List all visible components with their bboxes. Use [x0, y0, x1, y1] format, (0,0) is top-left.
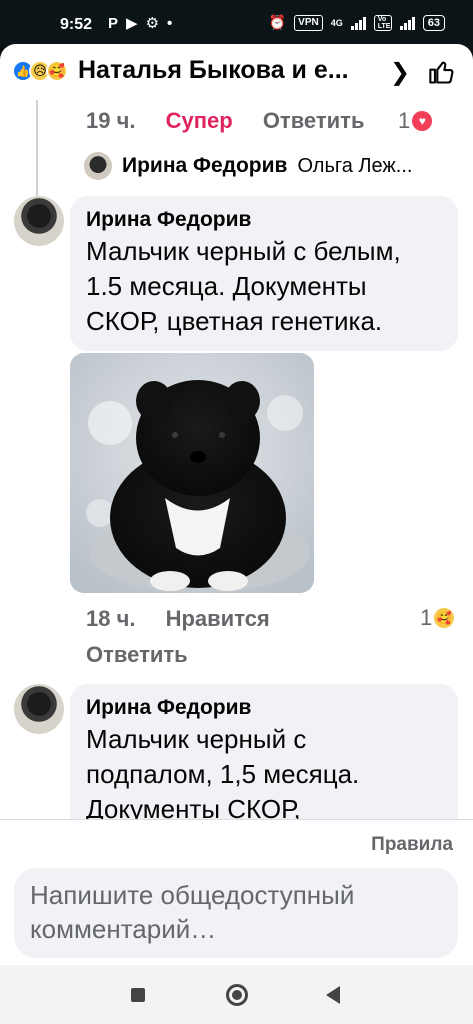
- reactors-title[interactable]: Наталья Быкова и е...: [78, 56, 373, 85]
- comment-meta: 18 ч. Нравится: [86, 606, 270, 632]
- avatar[interactable]: [14, 196, 64, 246]
- home-circle-icon[interactable]: [226, 984, 248, 1006]
- back-triangle-icon[interactable]: [326, 986, 340, 1004]
- alarm-icon: ⏰: [268, 14, 287, 30]
- rules-link[interactable]: Правила: [371, 834, 453, 856]
- heart-icon: ♥: [412, 111, 433, 131]
- signal-bars-icon: [350, 16, 366, 30]
- vpn-badge: VPN: [294, 14, 323, 31]
- like-button[interactable]: Нравится: [166, 606, 270, 631]
- thread-connector: [36, 100, 58, 210]
- settings-gear-icon: ⚙: [145, 15, 160, 32]
- chevron-right-icon[interactable]: ❯: [390, 58, 410, 87]
- avatar: [84, 152, 112, 180]
- comment-text-line: подпалом, 1,5 месяца.: [86, 759, 360, 789]
- placeholder-line: Напишите общедоступный: [30, 880, 355, 910]
- comment-text-line: СКОР, цветная генетика.: [86, 306, 383, 336]
- reply-snippet: Ольга Леж...: [297, 154, 413, 177]
- system-nav-bar: [0, 965, 473, 1024]
- status-time: 9:52: [60, 16, 93, 33]
- status-bar: 9:52 P ▶ ⚙ • ⏰ VPN 4G Vo LTE 63: [0, 0, 473, 48]
- reaction-summary[interactable]: 👍 😥 🥰: [12, 60, 68, 82]
- reaction-count-number: 1: [420, 605, 433, 630]
- reply-button[interactable]: Ответить: [86, 642, 188, 668]
- dot-icon: •: [167, 14, 173, 32]
- reaction-super-button[interactable]: Супер: [166, 108, 233, 133]
- volte-badge: Vo LTE: [373, 14, 392, 31]
- earlier-reaction-count[interactable]: 1 ♥: [398, 108, 433, 134]
- comment-time: 18 ч.: [86, 606, 136, 631]
- avatar[interactable]: [14, 684, 64, 734]
- recents-square-icon[interactable]: [131, 988, 145, 1002]
- placeholder-line: комментарий…: [30, 914, 217, 944]
- comment-reaction-count[interactable]: 1 🥰: [420, 605, 455, 631]
- comment-text-line: 1.5 месяца. Документы: [86, 271, 367, 301]
- comment-input[interactable]: Напишите общедоступный комментарий…: [14, 868, 458, 958]
- comment-composer: Правила Напишите общедоступный комментар…: [0, 819, 473, 965]
- thumbs-up-icon[interactable]: [428, 58, 456, 86]
- battery-indicator: 63: [422, 14, 445, 31]
- comment-time: 19 ч.: [86, 108, 136, 133]
- signal-4g-label: 4G: [330, 17, 343, 28]
- comment-author[interactable]: Ирина Федорив: [86, 694, 442, 722]
- comment-text-line: Мальчик черный с белым,: [86, 236, 401, 266]
- comment-author[interactable]: Ирина Федорив: [86, 206, 442, 234]
- reply-button[interactable]: Ответить: [263, 108, 365, 133]
- earlier-comment-meta: 19 ч. Супер Ответить: [86, 108, 364, 134]
- care-icon: 🥰: [46, 60, 68, 82]
- comments-header: 👍 😥 🥰 Наталья Быкова и е... ❯: [0, 44, 473, 100]
- play-icon: ▶: [126, 15, 138, 32]
- reply-preview[interactable]: Ирина Федорив Ольга Леж...: [84, 152, 437, 180]
- reaction-count-number: 1: [398, 108, 411, 133]
- comment-photo-puppy[interactable]: [70, 353, 314, 593]
- comments-sheet: 👍 😥 🥰 Наталья Быкова и е... ❯ 19 ч. Супе…: [0, 44, 473, 965]
- comment-text-line: Мальчик черный с: [86, 724, 307, 754]
- reply-author: Ирина Федорив: [122, 154, 288, 177]
- care-icon: 🥰: [434, 608, 455, 628]
- p-app-icon: P: [108, 14, 119, 32]
- comment-bubble[interactable]: Ирина Федорив Мальчик черный с белым, 1.…: [70, 196, 458, 351]
- signal-bars-2-icon: [399, 16, 415, 30]
